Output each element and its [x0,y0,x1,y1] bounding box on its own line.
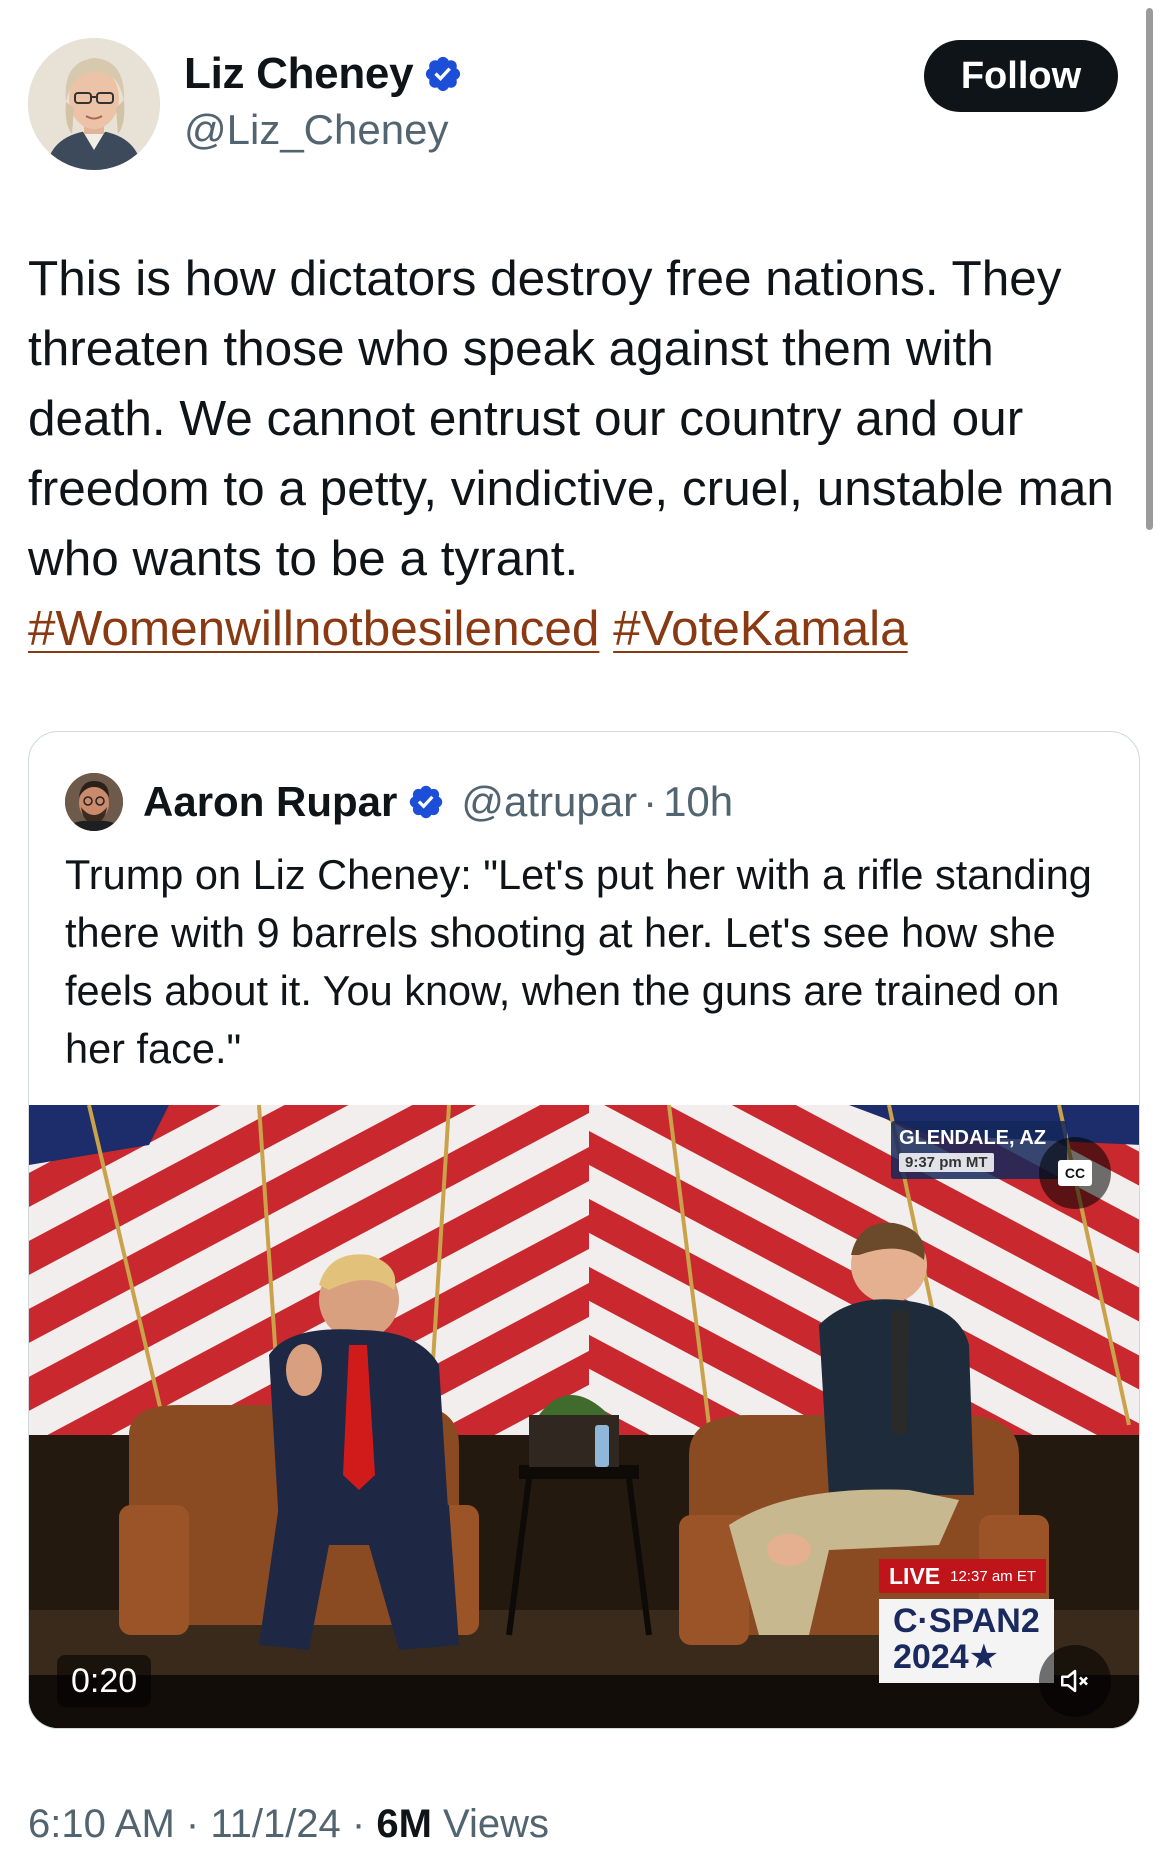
hashtag-link[interactable]: #Womenwillnotbesilenced [28,601,599,656]
speaker-muted-icon [1060,1669,1088,1693]
quoted-avatar-portrait [65,773,123,831]
author-handle[interactable]: @Liz_Cheney [184,106,463,154]
quoted-tweet-card[interactable]: Aaron Rupar @atrupar · 10h Trump on Liz … [28,731,1140,1729]
captions-icon: CC [1058,1160,1092,1186]
quoted-tweet-text: Trump on Liz Cheney: "Let's put her with… [65,851,1092,1072]
network-year: 2024★ [893,1638,1000,1676]
tweet-text: This is how dictators destroy free natio… [28,251,1114,586]
tweet-time[interactable]: 6:10 AM [28,1802,175,1846]
hashtag-link[interactable]: #VoteKamala [613,601,907,656]
verified-badge-icon [410,785,443,819]
meta-separator: · [340,1802,377,1846]
network-logo: C·SPAN2 2024★ [879,1599,1054,1683]
captions-button[interactable]: CC [1039,1137,1111,1209]
quoted-tweet-header: Aaron Rupar @atrupar · 10h [65,772,733,832]
quoted-author-name[interactable]: Aaron Rupar [143,778,397,826]
verified-badge-icon [426,56,461,92]
location-text: GLENDALE, AZ [899,1127,1047,1149]
live-time: 12:37 am ET [950,1567,1037,1585]
views-count: 6M [376,1802,432,1846]
video-duration: 0:20 [57,1655,152,1707]
tweet-hashtags: #Womenwillnotbesilenced #VoteKamala [28,594,908,664]
quoted-tweet-age[interactable]: 10h [663,778,733,826]
author-name-row: Liz Cheney [184,44,463,104]
live-overlay: LIVE 12:37 am ET [879,1559,1047,1593]
network-name: C·SPAN2 [893,1602,1040,1640]
meta-separator: · [643,778,658,825]
tweet-date[interactable]: 11/1/24 [210,1802,341,1846]
author-avatar[interactable] [28,38,160,170]
tweet-meta: 6:10 AM · 11/1/24 · 6M Views [28,1802,549,1847]
author-name[interactable]: Liz Cheney [184,49,414,99]
follow-button[interactable]: Follow [924,40,1118,112]
meta-separator: · [174,1802,211,1846]
scrollbar[interactable] [1146,8,1153,530]
live-label: LIVE [889,1562,941,1589]
views-label: Views [431,1802,550,1846]
quoted-author-handle[interactable]: @atrupar [461,778,637,826]
location-time: 9:37 pm MT [899,1153,994,1172]
mute-button[interactable] [1039,1645,1111,1717]
avatar-portrait [28,38,160,170]
video-player[interactable]: GLENDALE, AZ 9:37 pm MT CC LIVE 12:37 am… [29,1105,1139,1728]
author-info: Liz Cheney @Liz_Cheney [184,44,463,154]
quoted-author-avatar[interactable] [65,773,123,831]
